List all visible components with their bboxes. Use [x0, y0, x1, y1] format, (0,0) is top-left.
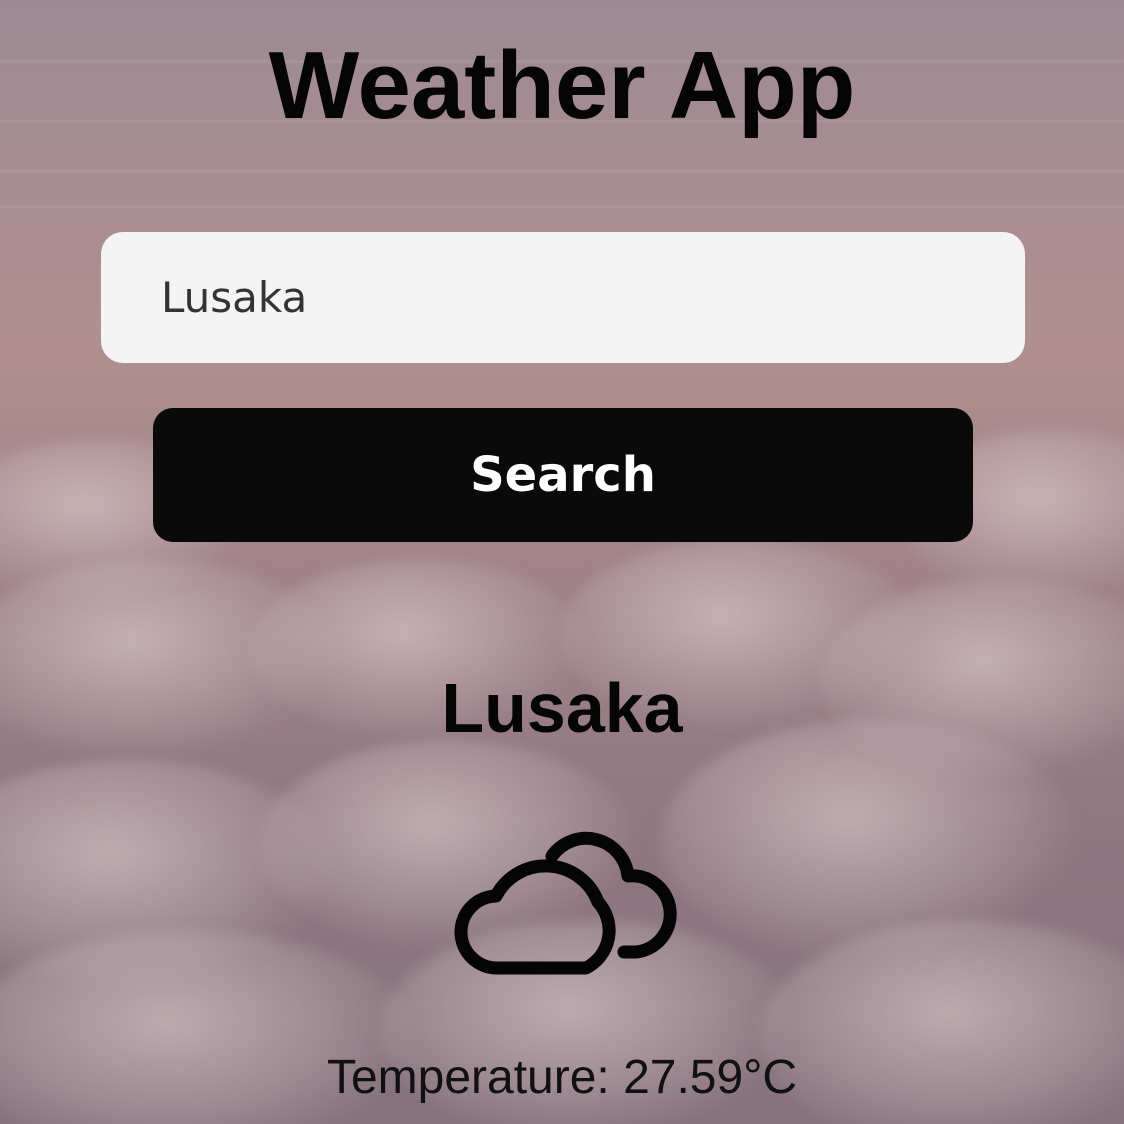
search-button[interactable]: Search	[153, 408, 973, 542]
app-title: Weather App	[268, 32, 856, 139]
cloudy-icon	[454, 831, 677, 975]
city-search-input[interactable]	[101, 232, 1025, 363]
temperature-readout: Temperature: 27.59°C	[326, 1051, 798, 1104]
city-name: Lusaka	[441, 669, 683, 747]
